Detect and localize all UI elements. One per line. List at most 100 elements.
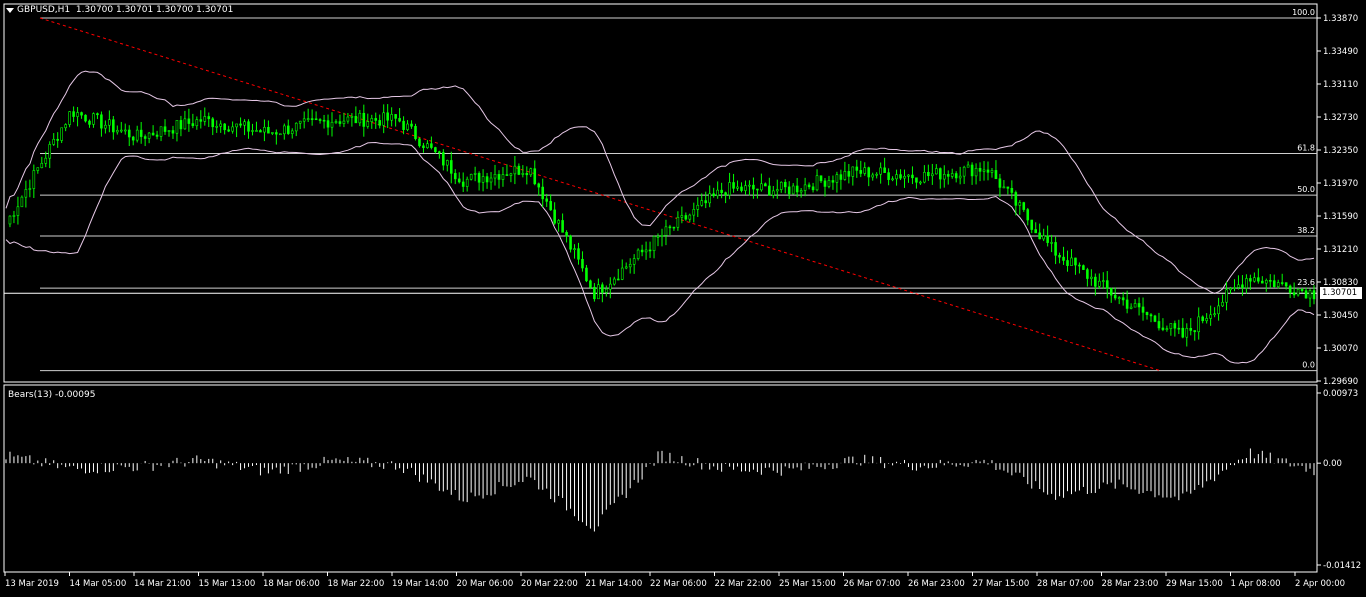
candle-body <box>704 200 708 204</box>
candle-body <box>199 119 203 122</box>
candle-body <box>831 180 835 183</box>
candle-body <box>565 232 568 237</box>
candle-body <box>76 112 79 117</box>
candle-body <box>135 129 139 141</box>
candle-body <box>92 113 95 125</box>
candle-body <box>227 129 230 132</box>
candle-body <box>1074 257 1077 266</box>
candle-body <box>994 170 998 180</box>
candle-body <box>1086 269 1089 279</box>
candle-body <box>48 144 52 159</box>
candle-body <box>1066 260 1069 266</box>
candle-body <box>724 192 727 196</box>
main-plot-frame <box>3 3 1318 383</box>
candle-body <box>787 186 791 195</box>
candle-body <box>879 167 882 175</box>
chart-window[interactable]: 1.33870 1.33490 1.33110 1.32730 1.32350 1.319… <box>0 0 1366 597</box>
candle-body <box>553 209 556 224</box>
candle-body <box>628 263 632 268</box>
candle-body <box>449 160 453 174</box>
candle-body <box>680 215 684 218</box>
candle-body <box>183 118 187 130</box>
candle-body <box>72 111 75 117</box>
candle-body <box>549 201 552 211</box>
candle-body <box>752 184 755 190</box>
candle-body <box>294 122 298 132</box>
candle-body <box>263 126 266 133</box>
candle-body <box>493 174 497 179</box>
candle-body <box>505 174 509 176</box>
candle-body <box>418 138 421 147</box>
collapse-triangle-icon[interactable] <box>6 8 14 13</box>
candle-body <box>1296 288 1300 296</box>
time-tick-label: 28 Mar 07:00 <box>1037 579 1094 589</box>
candle-body <box>1221 301 1224 307</box>
candle-body <box>338 121 342 124</box>
time-tick-label: 29 Mar 15:00 <box>1166 579 1223 589</box>
candle-body <box>708 193 711 204</box>
candle-body <box>469 174 473 180</box>
candle-body <box>414 125 417 140</box>
price-chart[interactable]: 1.33870 1.33490 1.33110 1.32730 1.32350 1.319… <box>0 0 1366 597</box>
candle-body <box>760 183 763 191</box>
candle-body <box>219 123 222 127</box>
candle-body <box>907 174 910 177</box>
candle-body <box>36 167 40 171</box>
candle-body <box>1288 285 1292 293</box>
candle-body <box>620 267 624 280</box>
candle-body <box>644 249 648 253</box>
price-tick-label: 1.32730 <box>1323 113 1358 123</box>
candle-body <box>438 151 441 154</box>
candle-body <box>923 172 926 183</box>
candle-body <box>1038 232 1041 240</box>
candle-body <box>354 116 358 124</box>
candle-body <box>938 168 942 180</box>
symbol-header: GBPUSD,H1 1.30700 1.30701 1.30700 1.3070… <box>17 5 233 15</box>
candle-body <box>664 226 668 236</box>
fib-level-label: 50.0 <box>1297 185 1315 194</box>
candle-body <box>1145 312 1149 316</box>
candle-body <box>271 132 274 134</box>
candle-body <box>1193 330 1197 333</box>
bollinger-lower-band <box>5 141 1315 364</box>
candle-body <box>1205 318 1208 322</box>
candle-body <box>1117 297 1121 299</box>
candle-body <box>1276 282 1280 287</box>
candle-body <box>497 174 501 180</box>
candle-body <box>668 226 672 229</box>
candle-body <box>942 174 946 180</box>
candle-body <box>290 130 294 134</box>
candle-body <box>96 113 99 116</box>
time-tick-label: 26 Mar 23:00 <box>908 579 965 589</box>
price-tick-label: 1.31970 <box>1323 179 1358 189</box>
candle-body <box>394 114 397 119</box>
candle-body <box>119 129 123 132</box>
candle-body <box>974 168 978 177</box>
candle-body <box>998 178 1002 188</box>
candle-body <box>12 215 16 217</box>
candle-body <box>1002 186 1006 189</box>
candle-body <box>1253 277 1256 282</box>
candle-body <box>342 120 346 124</box>
candle-body <box>716 189 719 197</box>
candle-body <box>605 288 608 293</box>
candle-body <box>557 220 560 224</box>
candle-body <box>453 173 457 180</box>
candle-body <box>1209 314 1212 319</box>
candle-body <box>255 130 258 132</box>
candle-body <box>1272 280 1276 287</box>
candle-body <box>867 167 871 178</box>
candle-body <box>52 138 56 145</box>
candle-body <box>477 173 481 183</box>
candle-body <box>1018 202 1022 206</box>
candle-body <box>779 181 783 190</box>
time-tick-label: 27 Mar 15:00 <box>973 579 1030 589</box>
bears-histogram <box>5 448 1315 532</box>
candle-body <box>151 132 155 136</box>
candle-body <box>684 215 688 220</box>
candle-body <box>1292 292 1296 296</box>
candle-body <box>612 278 616 285</box>
candle-body <box>131 136 135 141</box>
candle-body <box>350 116 354 118</box>
candle-body <box>24 189 28 198</box>
